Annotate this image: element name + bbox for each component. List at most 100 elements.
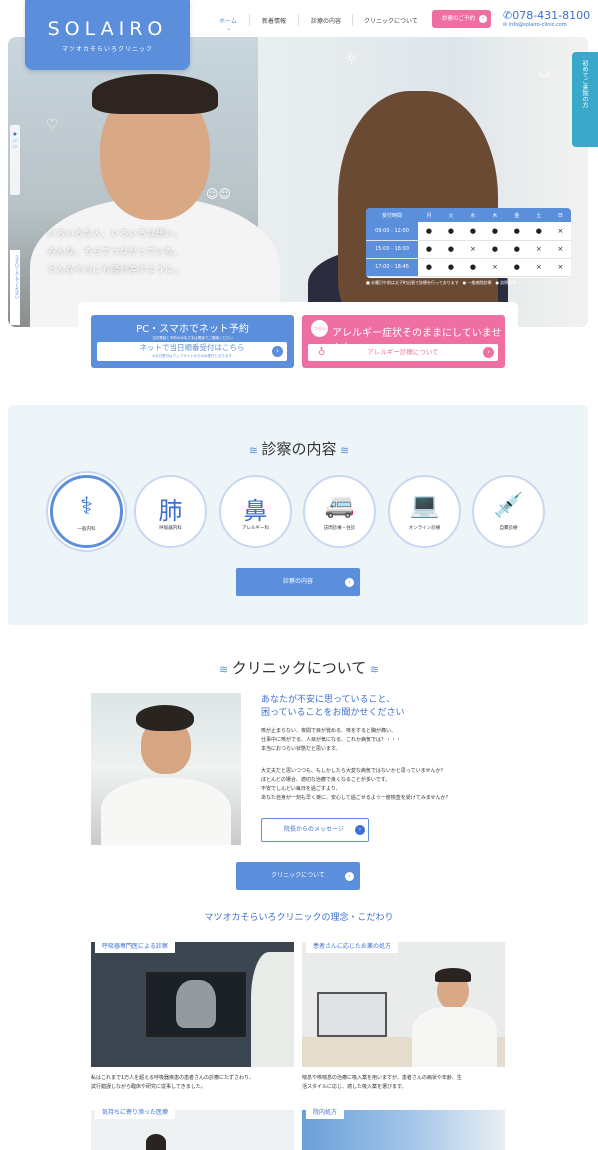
hero-line: いろいろな人、いろいろな想い。 <box>48 229 183 238</box>
schedule-legend: ■ 水曜日午前は太子町出張で診療を行っております ● 一般病院診療 ● 訪問診療 <box>366 280 517 285</box>
schedule-header-cell: 金 <box>505 208 528 222</box>
service-label: 一般内科 <box>77 527 96 532</box>
site-logo[interactable]: SOLAIRO マツオカそらいろクリニック <box>25 0 190 70</box>
hero-doctor-hair <box>92 74 218 114</box>
about-heading-line: あなたが不安に思っていること、 <box>261 695 396 705</box>
arrow-right-icon: › <box>483 347 494 358</box>
service-label: 訪問診療・往診 <box>323 526 356 531</box>
arrow-right-icon: › <box>345 872 354 881</box>
schedule-cell: × <box>527 240 550 259</box>
reserve-label: 診察のご予約 <box>442 16 476 22</box>
net-reservation-banner[interactable]: PC・スマホでネット予約 当日電話と予約のみなさまは電話でご連絡ください ネット… <box>91 315 294 368</box>
arrow-right-icon: › <box>479 15 487 23</box>
wing-icon: ≋ <box>219 663 232 676</box>
schedule-time: 17:00 - 18:45 <box>366 258 418 277</box>
xray-monitor-photo <box>91 942 294 1067</box>
schedule-cell: × <box>549 258 571 277</box>
nav-divider <box>352 14 353 26</box>
scroll-indicator[interactable]: スクロールしてください <box>10 250 20 325</box>
about-more-label: クリニックについて <box>271 872 325 879</box>
allergy-banner[interactable]: つらい アレルギー症状そのままにしていませんか? ♁ アレルギー診療について › <box>302 315 505 368</box>
schedule-header-cell: 火 <box>439 208 462 222</box>
schedule-header-cell: 受付時間 <box>366 208 418 222</box>
card-text: 喘息や咳喘息の治療に吸入薬を用いますが、患者さんの病状や年齢、生 活スタイルに応… <box>302 1074 462 1092</box>
card-text: 私はこれまで1万人を超える呼吸器疾患の患者さんの診療にたずさわり、 試行錯誤しな… <box>91 1074 254 1092</box>
about-text-line: 不安でしんどい毎日を過ごすより、 <box>261 786 341 792</box>
allergy-button-label: アレルギー診療について <box>367 348 439 356</box>
schedule-cell: ● <box>418 222 440 241</box>
nav-services[interactable]: 診療の内容 <box>311 16 341 25</box>
card-text-line: 私はこれまで1万人を超える呼吸器疾患の患者さんの診療にたずさわり、 <box>91 1075 254 1081</box>
card-text-line: 試行錯誤しながら臨床や研究に従事してきました。 <box>91 1084 206 1090</box>
card-text-line: 活スタイルに応じ、適した吸入薬を選びます。 <box>302 1084 407 1090</box>
about-paragraph-1: 咳が止まらない、夜間で目が覚める、咳をすると胸が痛い、 仕事中に咳がでる、人目が… <box>261 727 541 754</box>
schedule-cell: × <box>549 240 571 259</box>
about-text-line: 咳が止まらない、夜間で目が覚める、咳をすると胸が痛い、 <box>261 728 397 734</box>
service-item[interactable]: 肺呼吸器内科 <box>134 475 207 548</box>
first-visit-tab[interactable]: 初めてご来院の方 <box>572 52 598 147</box>
card-text-line: 喘息や咳喘息の治療に吸入薬を用いますが、患者さんの病状や年齢、生 <box>302 1075 462 1081</box>
schedule-table: 受付時間月火水木金土日 09:00 - 12:00 ● ● ● ● ● ● × 15:00 - … <box>366 208 571 278</box>
service-item[interactable]: ⚕ 一般内科 <box>50 475 123 548</box>
director-message-button[interactable]: 院長からのメッセージ › <box>261 818 369 842</box>
service-icon: 🚐 <box>324 491 355 519</box>
service-icon: 💉 <box>493 491 524 519</box>
hero-line: どんなそらにも陽が差すように。 <box>48 265 183 274</box>
wing-icon: ≋ <box>366 663 379 676</box>
allergy-badge: つらい <box>311 320 328 337</box>
phone-icon: ✆ <box>503 9 513 22</box>
director-message-label: 院長からのメッセージ <box>284 826 344 833</box>
card-tag: 気持ちに寄り添った医療 <box>95 1104 176 1119</box>
allergy-button[interactable]: ♁ アレルギー診療について › <box>308 344 498 361</box>
nav-news[interactable]: 新着情報 <box>262 16 286 25</box>
schedule-header-cell: 土 <box>527 208 550 222</box>
people-doodle-icon: ☺☺ <box>206 187 232 201</box>
schedule-cell: ● <box>439 258 462 277</box>
reserve-button[interactable]: 診察のご予約 › <box>432 10 491 28</box>
schedule-cell: ● <box>461 258 484 277</box>
service-icon: 鼻 <box>243 497 268 525</box>
services-more-label: 診察の内容 <box>282 578 313 585</box>
service-icon: 肺 <box>158 497 183 525</box>
schedule-cell: ● <box>505 240 528 259</box>
service-icon: 💻 <box>409 491 440 519</box>
slider-dots-label: ● ○ ○ <box>12 131 18 149</box>
slider-dots[interactable]: ● ○ ○ <box>10 125 20 195</box>
schedule-row: 15:00 - 18:00 ● ● × ● ● × × <box>366 240 571 259</box>
service-item[interactable]: 💉 自費診療 <box>472 475 545 548</box>
email-link[interactable]: ✉ info@solairo-clinic.com <box>503 22 567 28</box>
about-title: ≋ クリニックについて ≋ <box>0 657 598 678</box>
service-label: オンライン診療 <box>408 526 441 531</box>
schedule-cell: ● <box>505 258 528 277</box>
services-more-button[interactable]: 診察の内容 › <box>236 568 360 596</box>
arrow-right-icon: › <box>272 346 283 357</box>
card-tag: 院内処方 <box>306 1104 345 1119</box>
net-reservation-button[interactable]: ネットで当日順番受付はこちら ※当日受付はウェブサイトからのみ受付となります › <box>97 342 287 361</box>
prescription-photo <box>302 942 505 1067</box>
schedule-cell: ● <box>418 240 440 259</box>
service-item[interactable]: 🚐 訪問診療・往診 <box>303 475 376 548</box>
eye-doodle-icon: ◡ <box>538 63 551 79</box>
schedule-header-cell: 月 <box>418 208 440 222</box>
phone-number[interactable]: ✆078-431-8100 <box>503 9 590 22</box>
card-tag: 患者さんに応じたお薬の処方 <box>306 938 399 953</box>
about-text-line: 仕事中に咳がでる、人目が気になる、これか病気では？・・・ <box>261 737 402 743</box>
nose-icon: ♁ <box>318 347 326 358</box>
schedule-time: 15:00 - 18:00 <box>366 240 418 259</box>
nav-about[interactable]: クリニックについて <box>364 16 418 25</box>
hero-line: みんな、そらでつながっている。 <box>48 247 183 256</box>
schedule-cell: ● <box>505 222 528 241</box>
service-item[interactable]: 鼻アレルギー科 <box>219 475 292 548</box>
schedule-cell: ● <box>483 240 506 259</box>
chevron-down-icon: ⌄ <box>226 25 232 32</box>
schedule-cell: ● <box>439 222 462 241</box>
service-label: 呼吸器内科 <box>159 526 182 531</box>
doctor-photo <box>91 693 241 845</box>
phone-text: 078-431-8100 <box>512 9 591 22</box>
nav-home[interactable]: ホーム <box>219 16 237 25</box>
service-icon: ⚕ <box>80 492 93 520</box>
schedule-cell: ● <box>418 258 440 277</box>
service-item[interactable]: 💻 オンライン診療 <box>388 475 461 548</box>
about-heading: あなたが不安に思っていること、 困っていることをお聞かせください <box>261 694 405 720</box>
about-more-button[interactable]: クリニックについて › <box>236 862 360 890</box>
